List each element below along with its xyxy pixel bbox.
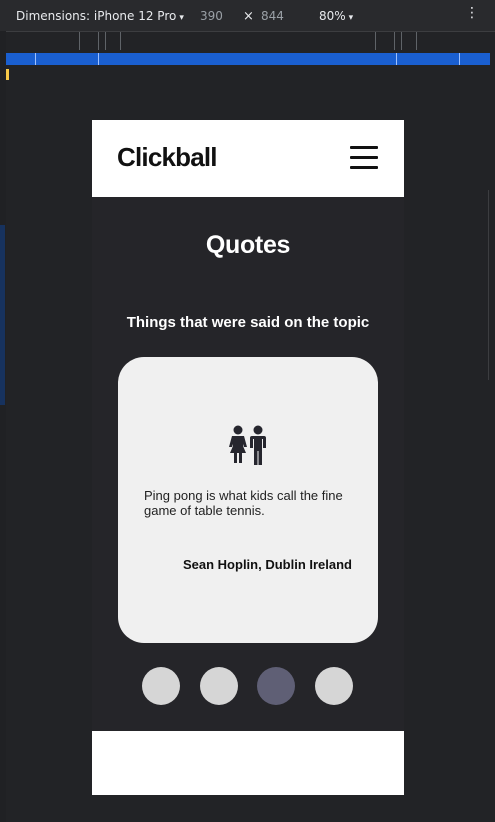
chevron-down-icon: ▾	[348, 13, 354, 23]
device-selector[interactable]: Dimensions: iPhone 12 Pro ▾	[16, 9, 184, 23]
carousel-dots	[92, 667, 404, 707]
ruler-tick	[401, 32, 402, 50]
section-subtitle: Things that were said on the topic	[126, 314, 370, 331]
ruler-tick	[105, 32, 106, 50]
ruler-tick	[98, 32, 99, 50]
width-input[interactable]: 390	[200, 9, 223, 23]
media-query-tick	[396, 53, 397, 65]
ruler-tick	[375, 32, 376, 50]
times-icon: ×	[243, 9, 254, 24]
site-header: Clickball	[92, 120, 404, 197]
more-options-icon[interactable]: ⋮	[465, 6, 479, 20]
devtools-toolbar: Dimensions: iPhone 12 Pro ▾ 390 × 844 80%…	[0, 0, 495, 31]
quote-card: Ping pong is what kids call the fine gam…	[118, 357, 378, 643]
section-title: Quotes	[205, 231, 291, 259]
background-window-strip	[0, 225, 5, 405]
media-query-tick	[35, 53, 36, 65]
zoom-label: 80%	[319, 9, 346, 23]
resize-handle[interactable]	[488, 190, 495, 380]
media-query-bar[interactable]	[6, 53, 490, 65]
ruler-tick	[394, 32, 395, 50]
ruler-tick	[79, 32, 80, 50]
quote-text: Ping pong is what kids call the fine gam…	[144, 488, 343, 518]
hamburger-icon[interactable]	[350, 146, 378, 170]
device-viewport: Clickball Quotes Things that were said o…	[92, 120, 404, 795]
zoom-selector[interactable]: 80% ▾	[319, 9, 353, 23]
children-icon	[229, 425, 266, 465]
devtools-left-edge	[0, 31, 6, 822]
media-query-tick	[98, 53, 99, 65]
carousel-dot-4[interactable]	[315, 667, 353, 705]
media-query-tick	[459, 53, 460, 65]
device-ruler[interactable]	[6, 31, 495, 50]
ruler-tick	[120, 32, 121, 50]
carousel-dot-1[interactable]	[142, 667, 180, 705]
carousel-dot-2[interactable]	[200, 667, 238, 705]
site-logo[interactable]: Clickball	[117, 142, 218, 173]
ruler-tick	[416, 32, 417, 50]
breakpoint-marker[interactable]	[6, 69, 9, 80]
carousel-dot-3[interactable]	[257, 667, 295, 705]
chevron-down-icon: ▾	[179, 13, 184, 23]
device-label: Dimensions: iPhone 12 Pro	[16, 9, 177, 23]
quote-author: Sean Hoplin, Dublin Ireland	[182, 557, 352, 572]
site-footer	[92, 731, 404, 795]
height-input[interactable]: 844	[261, 9, 284, 23]
